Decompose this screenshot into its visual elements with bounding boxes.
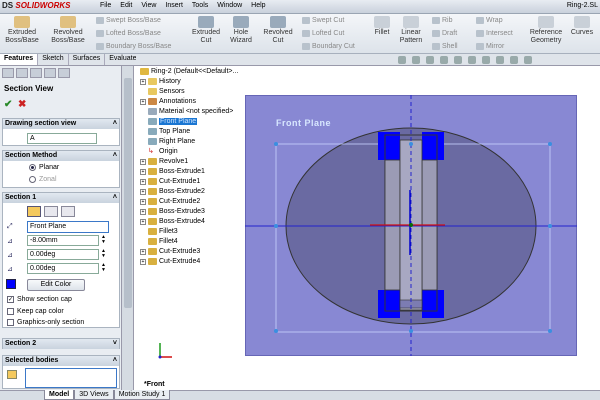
- section-cap-right-top: [422, 132, 444, 160]
- tab-model[interactable]: Model: [44, 390, 75, 400]
- section-cap-left-bottom: [378, 290, 400, 318]
- view-name: *Front: [144, 381, 165, 388]
- model-geometry: [158, 95, 577, 359]
- handle-point-tl: [274, 142, 278, 146]
- handle-point-mr: [548, 224, 552, 228]
- handle-point-br: [548, 329, 552, 333]
- section-cap-left-top: [378, 132, 400, 160]
- tab-motion-study-1[interactable]: Motion Study 1: [113, 390, 171, 400]
- triad-icon: [158, 343, 172, 359]
- tab-3d-views[interactable]: 3D Views: [74, 390, 114, 400]
- section-cap-right-bottom: [422, 290, 444, 318]
- handle-point-ml: [274, 224, 278, 228]
- bottom-tabs: Model 3D Views Motion Study 1: [44, 390, 171, 400]
- handle-point-bl: [274, 329, 278, 333]
- handle-point-tr: [548, 142, 552, 146]
- origin-point: [409, 223, 413, 227]
- handle-point-tm: [409, 142, 413, 146]
- handle-point-bm: [409, 329, 413, 333]
